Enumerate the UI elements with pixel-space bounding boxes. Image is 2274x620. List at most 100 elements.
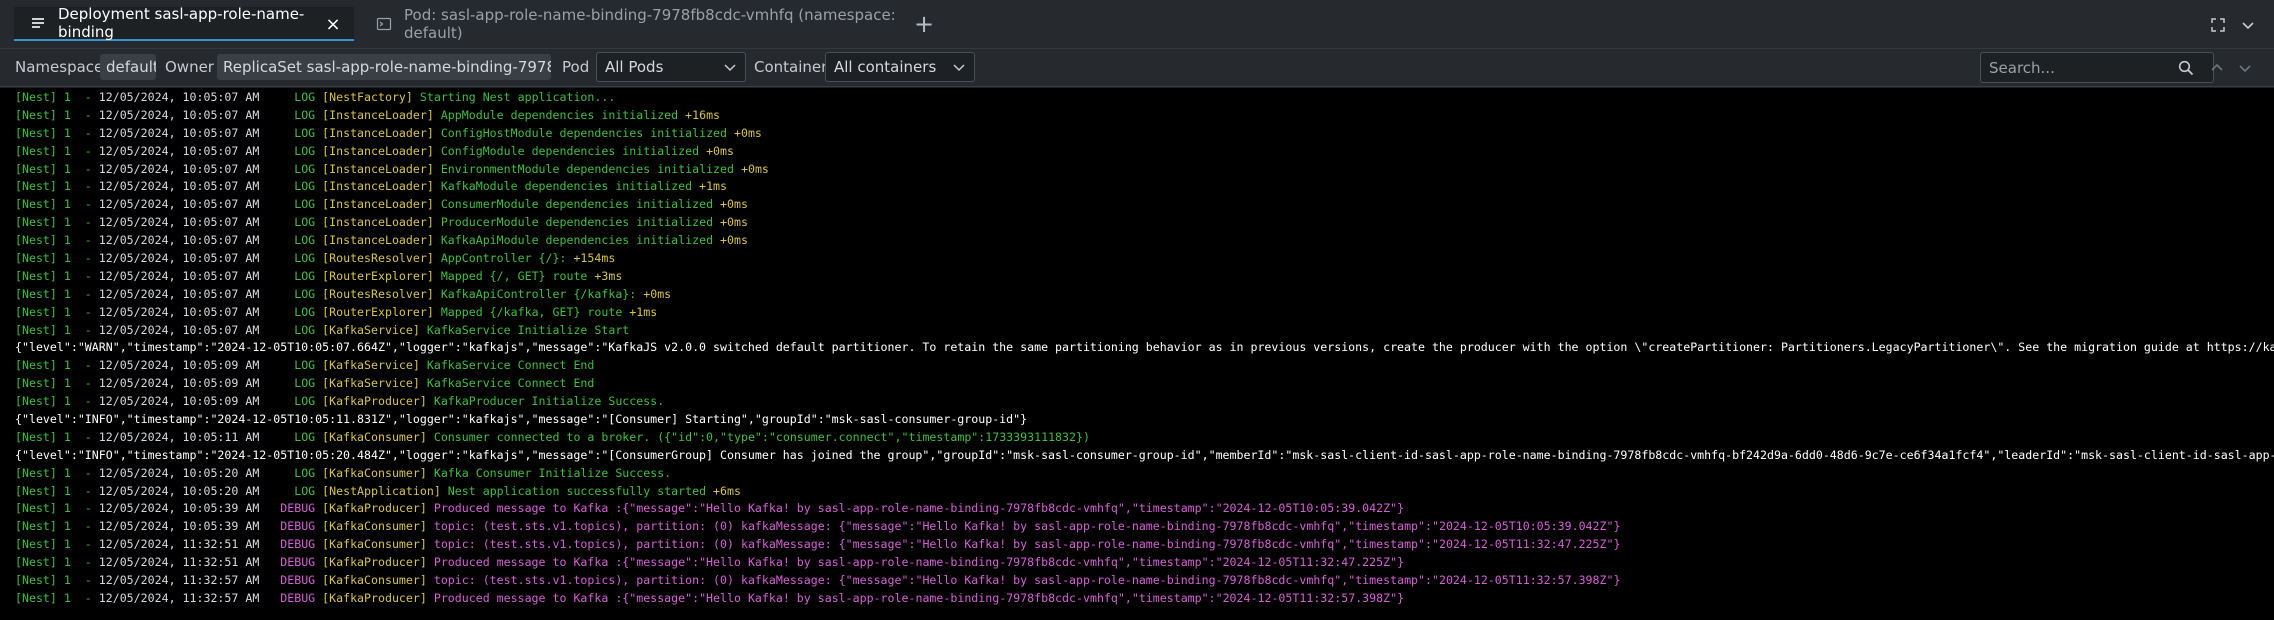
log-gap [259,358,294,372]
log-gap [259,501,280,515]
container-select[interactable]: All containers [825,52,975,82]
log-elapsed: +0ms [713,215,748,230]
log-timestamp: 12/05/2024, 11:32:57 AM [98,573,260,588]
search-icon[interactable] [2178,60,2194,76]
log-message: ConsumerModule dependencies initialized [433,197,714,212]
log-elapsed: +0ms [636,286,672,301]
log-message: Mapped {/kafka, GET} route [433,304,623,319]
log-context: [RouterExplorer] [322,304,434,319]
log-elapsed: +0ms [727,125,762,140]
log-context: [KafkaConsumer] [322,573,427,588]
log-timestamp: 12/05/2024, 10:05:07 AM [98,268,260,283]
log-context: [KafkaProducer] [322,394,427,409]
log-context: [KafkaConsumer] [322,465,427,480]
log-gap [259,162,294,176]
log-line: [Nest] 1 - 12/05/2024, 10:05:07 AM LOG [… [0,107,2274,125]
log-prefix: [Nest] 1 - [15,483,99,498]
log-level: DEBUG [280,519,316,534]
log-json-text: {"level":"INFO","timestamp":"2024-12-05T… [15,412,1028,427]
log-timestamp: 12/05/2024, 10:05:07 AM [98,233,260,248]
log-message: topic: (test.sts.v1.topics), partition: … [426,573,1621,588]
log-line: [Nest] 1 - 12/05/2024, 10:05:07 AM LOG [… [0,125,2274,143]
chevron-down-icon [953,64,965,72]
next-match-icon[interactable] [2236,59,2254,77]
log-message: KafkaModule dependencies initialized [433,179,693,194]
log-context: [KafkaService] [322,376,420,391]
log-prefix: [Nest] 1 - [15,555,99,570]
log-line: [Nest] 1 - 12/05/2024, 10:05:09 AM LOG [… [0,375,2274,393]
pod-label: Pod [562,58,590,76]
log-level: LOG [294,90,316,104]
log-line: [Nest] 1 - 12/05/2024, 10:05:07 AM LOG [… [0,161,2274,179]
fullscreen-icon[interactable] [2206,13,2230,37]
log-gap [259,376,294,390]
log-gap [259,573,280,587]
log-level: DEBUG [280,555,316,570]
log-level: LOG [294,286,316,301]
log-prefix: [Nest] 1 - [15,376,99,391]
log-gap [259,323,294,337]
log-message: Starting Nest application... [412,90,616,104]
log-message: Nest application successfully started [440,483,707,498]
log-elapsed: +0ms [734,161,769,176]
previous-match-icon[interactable] [2208,59,2226,77]
log-gap [259,466,294,480]
log-gap [259,144,294,158]
log-timestamp: 12/05/2024, 10:05:07 AM [98,215,260,230]
log-line: [Nest] 1 - 12/05/2024, 10:05:07 AM LOG [… [0,143,2274,161]
log-message: Produced message to Kafka :{"message":"H… [426,501,1405,516]
tab-label: Deployment sasl-app-role-name-binding [58,5,305,41]
pod-select[interactable]: All Pods [596,52,746,82]
log-prefix: [Nest] 1 - [15,233,99,248]
tab-pod-shell[interactable]: Pod: sasl-app-role-name-binding-7978fb8c… [372,6,902,42]
log-prefix: [Nest] 1 - [15,286,99,301]
owner-chip: ReplicaSet sasl-app-role-name-binding-79… [217,54,551,80]
tab-deployment-logs[interactable]: Deployment sasl-app-role-name-binding × [14,5,354,41]
log-gap [259,305,294,319]
container-select-value: All containers [834,58,937,76]
log-timestamp: 12/05/2024, 10:05:20 AM [98,483,260,498]
log-message: ProducerModule dependencies initialized [433,215,714,230]
log-gap [259,430,294,444]
log-line: [Nest] 1 - 12/05/2024, 11:32:57 AM DEBUG… [0,590,2274,608]
log-level: DEBUG [280,590,316,605]
log-elapsed: +0ms [699,143,734,158]
log-prefix: [Nest] 1 - [15,501,99,516]
chevron-down-icon [724,64,736,72]
log-line: [Nest] 1 - 12/05/2024, 10:05:20 AM LOG [… [0,483,2274,501]
close-icon[interactable]: × [324,14,342,35]
log-timestamp: 12/05/2024, 10:05:07 AM [98,197,260,212]
log-timestamp: 12/05/2024, 10:05:07 AM [98,107,260,122]
log-output[interactable]: [Nest] 1 - 12/05/2024, 10:05:07 AM LOG [… [0,88,2274,620]
log-prefix: [Nest] 1 - [15,268,99,283]
log-context: [KafkaProducer] [322,555,427,570]
log-line: [Nest] 1 - 12/05/2024, 10:05:07 AM LOG [… [0,286,2274,304]
log-timestamp: 12/05/2024, 10:05:07 AM [98,143,260,158]
log-timestamp: 12/05/2024, 10:05:09 AM [98,394,260,409]
tab-label: Pod: sasl-app-role-name-binding-7978fb8c… [404,6,896,42]
log-message: AppController {/}: [433,251,567,266]
log-level: LOG [294,394,316,409]
log-line: {"level":"WARN","timestamp":"2024-12-05T… [0,339,2274,357]
log-timestamp: 12/05/2024, 10:05:07 AM [98,322,260,337]
log-line: [Nest] 1 - 12/05/2024, 10:05:07 AM LOG [… [0,89,2274,107]
log-message: Consumer connected to a broker. ({"id":0… [426,429,1090,444]
list-icon [30,15,46,31]
log-level: LOG [294,215,316,230]
log-json-text: {"level":"WARN","timestamp":"2024-12-05T… [15,340,2274,355]
log-prefix: [Nest] 1 - [15,161,99,176]
log-message: topic: (test.sts.v1.topics), partition: … [426,537,1621,552]
minimize-chevron-icon[interactable] [2236,13,2260,37]
log-context: [NestApplication] [322,483,441,498]
log-timestamp: 12/05/2024, 10:05:39 AM [98,501,260,516]
log-line: [Nest] 1 - 12/05/2024, 10:05:07 AM LOG [… [0,322,2274,340]
log-level: LOG [294,233,316,248]
log-message: ConfigHostModule dependencies initialize… [433,125,728,140]
log-context: [KafkaService] [322,358,420,373]
add-tab-button[interactable]: + [910,10,938,38]
log-timestamp: 12/05/2024, 11:32:57 AM [98,590,260,605]
log-line: {"level":"INFO","timestamp":"2024-12-05T… [0,411,2274,429]
log-context: [KafkaProducer] [322,590,427,605]
log-gap [259,215,294,229]
log-context: [InstanceLoader] [322,125,434,140]
